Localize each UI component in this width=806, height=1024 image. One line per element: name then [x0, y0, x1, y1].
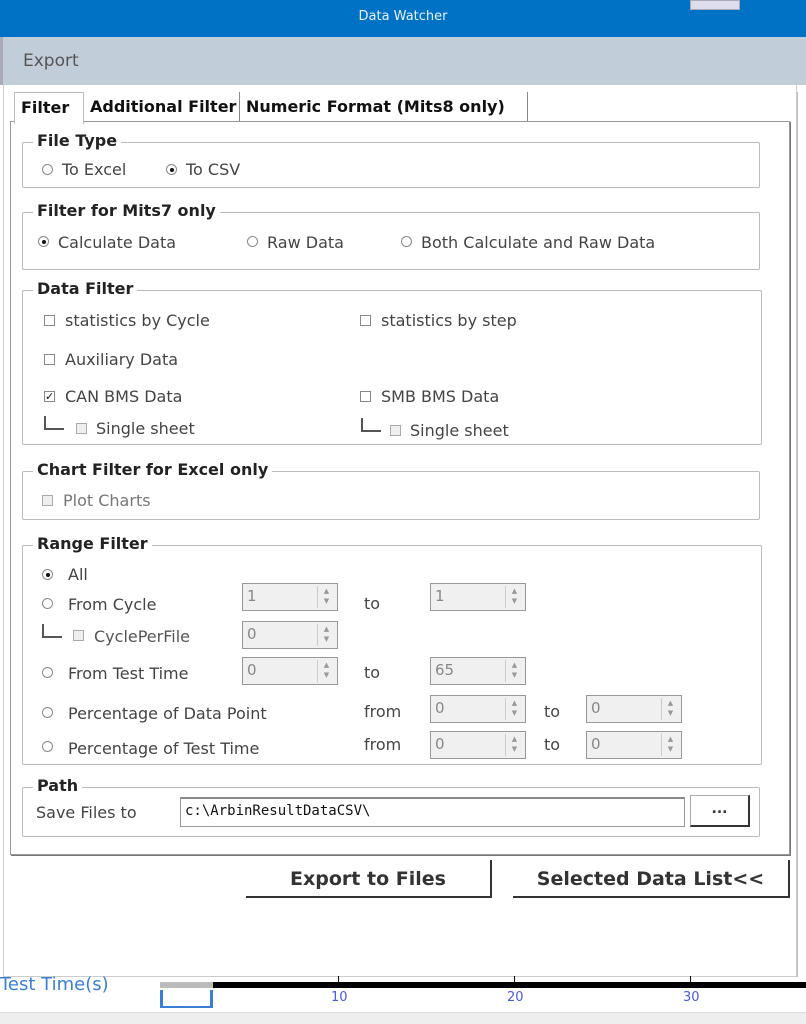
smb-bms-label: SMB BMS Data	[381, 387, 500, 406]
pct-tt-from-spinner[interactable]: 0 ▲ ▼	[430, 731, 526, 759]
auxiliary-data-label: Auxiliary Data	[65, 350, 179, 369]
pct-tt-to-spinner[interactable]: 0 ▲ ▼	[586, 731, 682, 759]
can-bms-checkbox[interactable]: ✓	[44, 391, 55, 402]
raw-data-radio[interactable]	[247, 236, 258, 247]
pct-data-point-label: Percentage of Data Point	[68, 704, 267, 723]
tab-numeric-format[interactable]: Numeric Format (Mits8 only)	[240, 92, 528, 122]
auxiliary-data-checkbox[interactable]	[44, 354, 55, 365]
range-all-label: All	[68, 565, 88, 584]
plot-charts-checkbox[interactable]	[42, 495, 53, 506]
from-label: from	[364, 735, 402, 754]
can-single-sheet-checkbox[interactable]	[76, 423, 87, 434]
tick-label: 30	[683, 990, 700, 1005]
from-cycle-radio[interactable]	[42, 598, 53, 609]
to-csv-radio[interactable]	[166, 164, 177, 175]
to-excel-label: To Excel	[62, 160, 127, 179]
smb-bms-checkbox[interactable]	[360, 391, 371, 402]
tab-additional-filter[interactable]: Additional Filter	[84, 92, 240, 122]
cycle-per-file-label: CyclePerFile	[94, 627, 190, 646]
to-label: to	[544, 702, 561, 721]
tab-filter[interactable]: Filter	[14, 92, 84, 124]
axis-scroll-thumb[interactable]	[160, 982, 213, 988]
cycle-per-file-spinner[interactable]: 0 ▲ ▼	[242, 621, 338, 649]
plot-charts-label: Plot Charts	[63, 491, 151, 510]
calculate-data-label: Calculate Data	[58, 233, 177, 252]
group-legend: Data Filter	[33, 279, 138, 298]
title-bar: Data Watcher	[0, 0, 806, 37]
axis-tick	[338, 976, 339, 982]
axis-label: Test Time(s)	[0, 974, 109, 995]
pct-dp-from-spinner[interactable]: 0 ▲ ▼	[430, 695, 526, 723]
can-bms-label: CAN BMS Data	[65, 387, 183, 406]
cycle-from-spinner[interactable]: 1 ▲ ▼	[242, 583, 338, 611]
spin-arrows-icon[interactable]: ▲ ▼	[661, 698, 679, 720]
cycle-to-spinner[interactable]: 1 ▲ ▼	[430, 583, 526, 611]
from-test-time-label: From Test Time	[68, 664, 189, 683]
can-single-sheet-label: Single sheet	[96, 419, 195, 438]
browse-button[interactable]: ...	[690, 795, 750, 827]
smb-single-sheet-checkbox[interactable]	[390, 425, 401, 436]
to-label: to	[364, 663, 381, 682]
save-files-label: Save Files to	[36, 803, 137, 822]
export-header: Export	[0, 37, 806, 85]
pct-test-time-radio[interactable]	[42, 741, 53, 752]
export-to-files-button[interactable]: Export to Files	[246, 860, 492, 898]
time-to-spinner[interactable]: 65 ▲ ▼	[430, 657, 526, 685]
axis-line	[160, 982, 806, 988]
spin-arrows-icon[interactable]: ▲ ▼	[661, 734, 679, 756]
to-excel-radio[interactable]	[42, 164, 53, 175]
group-legend: Filter for Mits7 only	[33, 201, 220, 220]
spin-arrows-icon[interactable]: ▲ ▼	[505, 660, 523, 682]
stats-by-cycle-checkbox[interactable]	[44, 315, 55, 326]
spin-arrows-icon[interactable]: ▲ ▼	[317, 624, 335, 646]
group-legend: File Type	[33, 131, 122, 150]
group-legend: Range Filter	[33, 534, 152, 553]
group-legend: Chart Filter for Excel only	[33, 460, 273, 479]
window-title: Data Watcher	[358, 9, 448, 24]
status-strip	[0, 1012, 806, 1024]
from-label: from	[364, 702, 402, 721]
to-label: to	[544, 735, 561, 754]
group-legend: Path	[33, 776, 83, 795]
smb-single-sheet-label: Single sheet	[410, 421, 509, 440]
range-all-radio[interactable]	[42, 569, 53, 580]
save-path-input[interactable]: c:\ArbinResultDataCSV\	[180, 797, 685, 827]
spin-arrows-icon[interactable]: ▲ ▼	[505, 586, 523, 608]
cycle-per-file-checkbox[interactable]	[73, 630, 84, 641]
divider	[797, 92, 801, 977]
spin-arrows-icon[interactable]: ▲ ▼	[505, 734, 523, 756]
stats-by-cycle-label: statistics by Cycle	[65, 311, 210, 330]
both-data-radio[interactable]	[401, 236, 412, 247]
axis-tick	[690, 976, 691, 982]
spin-arrows-icon[interactable]: ▲ ▼	[317, 660, 335, 682]
pct-test-time-label: Percentage of Test Time	[68, 739, 260, 758]
cursor-bracket-icon[interactable]	[160, 990, 213, 1008]
both-data-label: Both Calculate and Raw Data	[421, 233, 656, 252]
pct-data-point-radio[interactable]	[42, 707, 53, 718]
spin-arrows-icon[interactable]: ▲ ▼	[317, 586, 335, 608]
tree-connector	[42, 624, 62, 638]
to-label: to	[364, 594, 381, 613]
axis-tick	[514, 976, 515, 982]
tick-label: 10	[331, 990, 348, 1005]
calculate-data-radio[interactable]	[38, 236, 49, 247]
tree-connector	[361, 418, 381, 432]
header-title: Export	[23, 51, 79, 71]
pct-dp-to-spinner[interactable]: 0 ▲ ▼	[586, 695, 682, 723]
from-test-time-radio[interactable]	[42, 667, 53, 678]
spin-arrows-icon[interactable]: ▲ ▼	[505, 698, 523, 720]
from-cycle-label: From Cycle	[68, 595, 157, 614]
time-from-spinner[interactable]: 0 ▲ ▼	[242, 657, 338, 685]
window-controls[interactable]	[690, 0, 740, 10]
to-csv-label: To CSV	[186, 160, 241, 179]
tick-label: 20	[507, 990, 524, 1005]
stats-by-step-label: statistics by step	[381, 311, 517, 330]
stats-by-step-checkbox[interactable]	[360, 315, 371, 326]
raw-data-label: Raw Data	[267, 233, 344, 252]
tree-connector	[44, 416, 64, 430]
selected-data-list-button[interactable]: Selected Data List<<	[513, 860, 790, 898]
file-type-group: File Type	[22, 131, 760, 188]
